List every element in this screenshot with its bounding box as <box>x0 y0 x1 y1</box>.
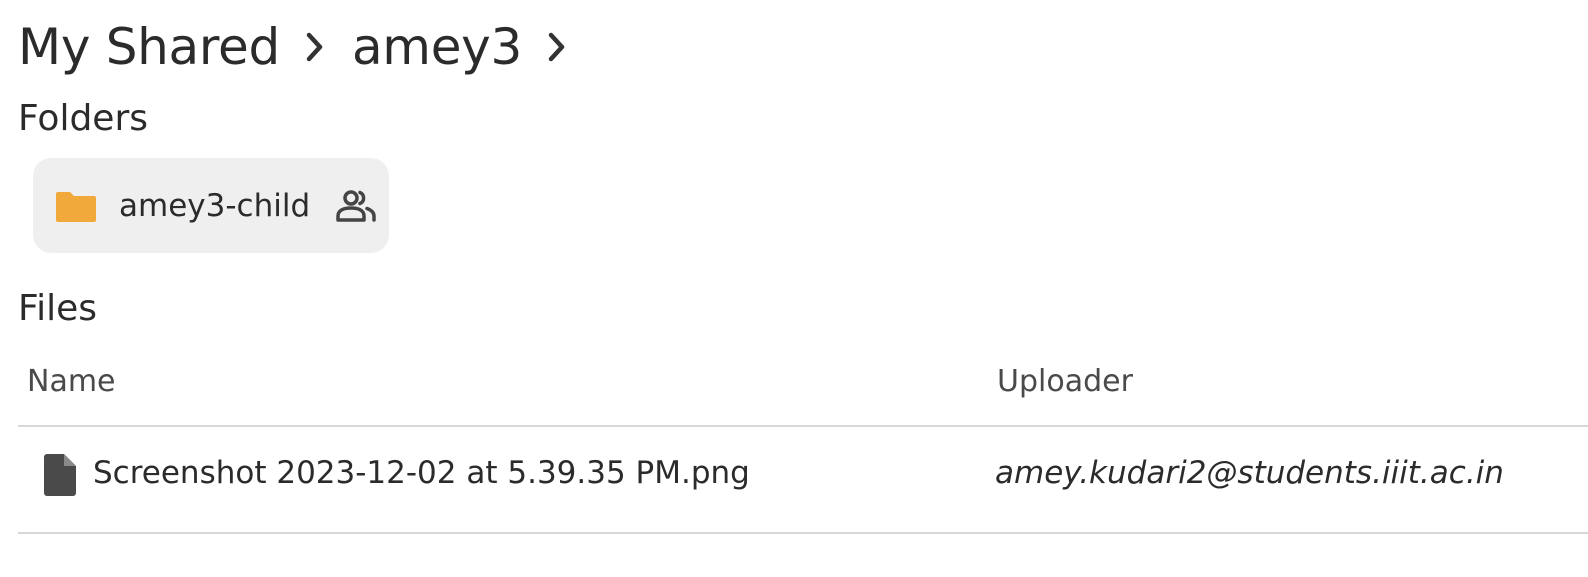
column-header-uploader[interactable]: Uploader <box>997 362 1133 402</box>
files-table: Name Uploader Screenshot 2023-12-02 at 5… <box>18 352 1588 534</box>
file-uploader: amey.kudari2@students.iiit.ac.in <box>995 455 1504 491</box>
chevron-right-icon <box>544 30 570 64</box>
file-name[interactable]: Screenshot 2023-12-02 at 5.39.35 PM.png <box>93 451 750 495</box>
folder-name: amey3-child <box>119 187 311 224</box>
breadcrumb-item-amey3[interactable]: amey3 <box>352 12 522 82</box>
breadcrumb: My Shared amey3 <box>18 12 594 82</box>
chevron-right-icon <box>302 30 328 64</box>
people-icon <box>334 189 378 223</box>
file-icon <box>44 454 76 496</box>
column-header-name[interactable]: Name <box>27 362 116 402</box>
table-header: Name Uploader <box>18 352 1588 427</box>
files-heading: Files <box>18 288 97 329</box>
table-row[interactable]: Screenshot 2023-12-02 at 5.39.35 PM.png … <box>18 427 1588 534</box>
breadcrumb-item-my-shared[interactable]: My Shared <box>18 12 280 82</box>
folders-heading: Folders <box>18 98 149 139</box>
folder-icon <box>55 189 97 223</box>
folder-card-amey3-child[interactable]: amey3-child <box>33 158 389 253</box>
